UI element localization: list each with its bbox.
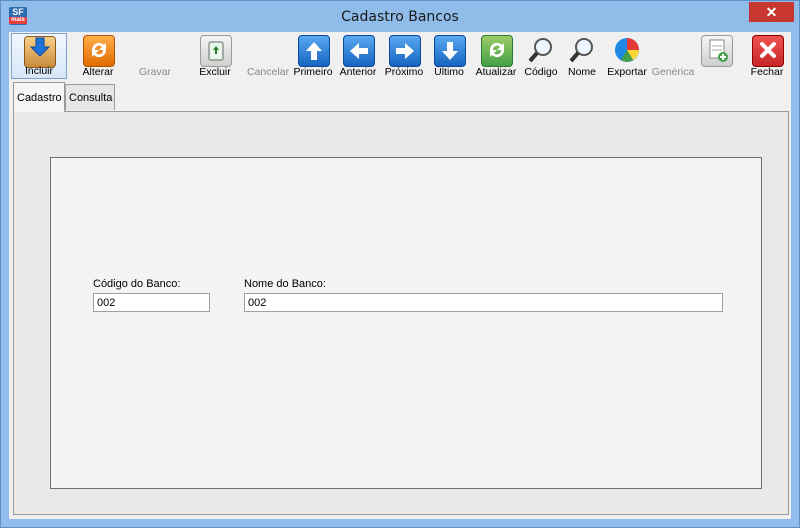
arrow-left-icon [343, 35, 375, 67]
nome-banco-input[interactable] [244, 293, 723, 312]
fechar-label: Fechar [750, 66, 784, 78]
generica-button[interactable]: Genérica [651, 33, 695, 79]
recycle-bin-icon [200, 35, 232, 67]
magnifier-icon [526, 35, 556, 65]
atualizar-button[interactable]: Atualizar [472, 33, 520, 79]
primeiro-button[interactable]: Primeiro [292, 33, 334, 79]
alterar-button[interactable]: Alterar [71, 33, 125, 79]
proximo-label: Próximo [384, 66, 424, 78]
proximo-button[interactable]: Próximo [382, 33, 426, 79]
arrow-up-icon [298, 35, 330, 67]
anterior-label: Anterior [339, 66, 377, 78]
generic-icon [658, 35, 688, 65]
primeiro-label: Primeiro [293, 66, 333, 78]
nome-label: Nome [567, 66, 596, 78]
tab-consulta[interactable]: Consulta [65, 84, 115, 110]
application-window: SF mais Cadastro Bancos ✕ Incluir Alterar… [0, 0, 800, 528]
gravar-button[interactable]: Gravar [127, 33, 183, 79]
sync-icon [481, 35, 513, 67]
nome-search-button[interactable]: Nome [563, 33, 601, 79]
window-close-button[interactable]: ✕ [749, 2, 794, 22]
tab-cadastro[interactable]: Cadastro [13, 82, 65, 112]
excluir-label: Excluir [199, 66, 231, 78]
arrow-down-icon [434, 35, 466, 67]
incluir-button[interactable]: Incluir [11, 33, 67, 79]
exportar-button[interactable]: Exportar [604, 33, 650, 79]
client-area: Incluir Alterar Gravar Excluir Cancelar … [9, 32, 791, 519]
magnifier-icon [567, 35, 597, 65]
exportar-label: Exportar [607, 66, 647, 78]
ultimo-button[interactable]: Último [429, 33, 469, 79]
refresh-arrows-icon [83, 35, 115, 67]
atualizar-label: Atualizar [475, 66, 517, 78]
codigo-banco-label: Código do Banco: [93, 278, 181, 290]
cancelar-label: Cancelar [246, 66, 290, 78]
codigo-banco-input[interactable] [93, 293, 210, 312]
fechar-button[interactable]: Fechar [747, 33, 787, 79]
ultimo-label: Último [434, 66, 464, 78]
incluir-label: Incluir [24, 65, 53, 77]
cancelar-button[interactable]: Cancelar [245, 33, 291, 79]
gravar-label: Gravar [138, 66, 172, 78]
pie-chart-icon [612, 35, 642, 65]
box-down-arrow-icon [24, 36, 56, 68]
nome-banco-label: Nome do Banco: [244, 278, 326, 290]
save-icon [140, 35, 170, 65]
form-group-box: Código do Banco: Nome do Banco: [50, 157, 762, 489]
toolbar: Incluir Alterar Gravar Excluir Cancelar … [9, 32, 791, 80]
alterar-label: Alterar [82, 66, 114, 78]
codigo-search-button[interactable]: Código [522, 33, 560, 79]
codigo-label: Código [524, 66, 558, 78]
close-x-icon [752, 35, 784, 67]
window-title: Cadastro Bancos [341, 9, 459, 25]
document-add-icon [701, 35, 733, 67]
excluir-button[interactable]: Excluir [187, 33, 243, 79]
add-record-button[interactable] [695, 33, 737, 79]
arrow-right-icon [389, 35, 421, 67]
cancel-icon [253, 35, 283, 65]
generica-label: Genérica [651, 66, 695, 78]
title-bar[interactable]: SF mais Cadastro Bancos ✕ [1, 1, 799, 32]
cadastro-panel: Código do Banco: Nome do Banco: [13, 111, 789, 515]
anterior-button[interactable]: Anterior [336, 33, 380, 79]
